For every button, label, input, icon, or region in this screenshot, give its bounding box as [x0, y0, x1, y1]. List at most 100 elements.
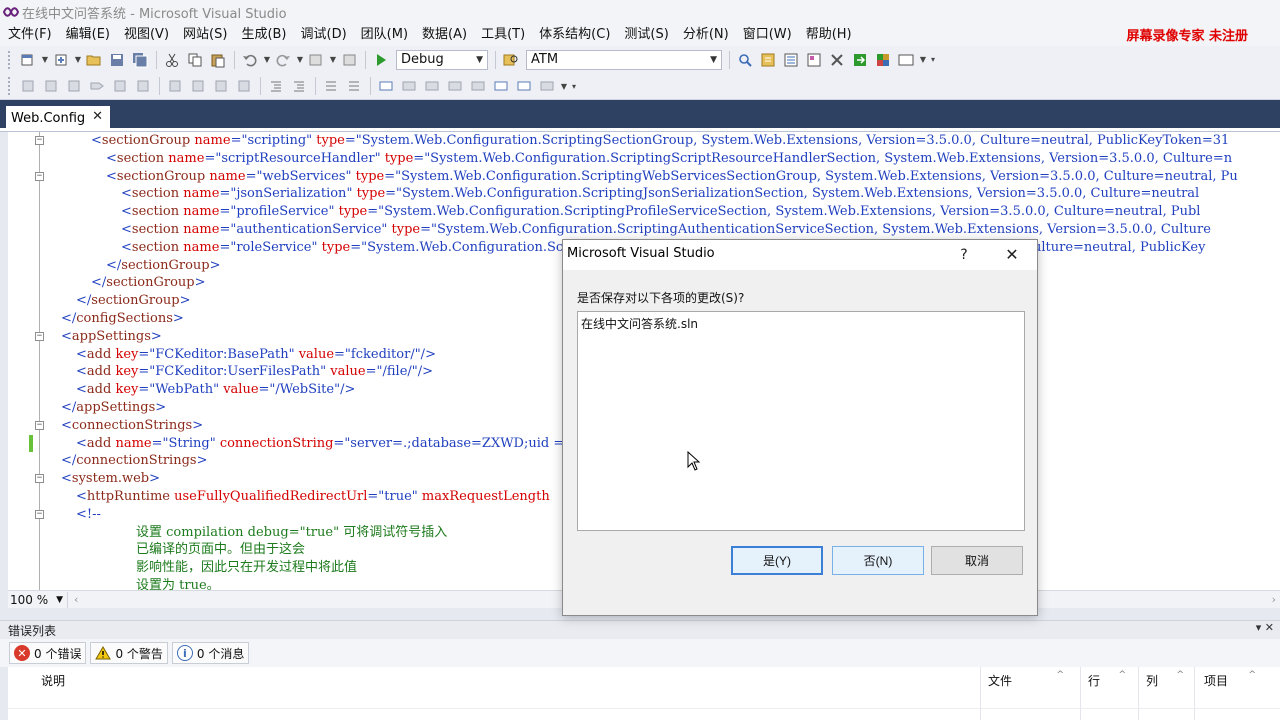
format-icon[interactable] [63, 76, 85, 96]
collapse-icon[interactable]: − [35, 331, 44, 341]
object-browser-icon[interactable] [803, 50, 825, 70]
scroll-right-icon[interactable]: › [1272, 593, 1276, 606]
menu-item[interactable]: 体系结构(C) [532, 24, 617, 46]
code-line[interactable]: 已编译的页面中。但由于这会 [136, 541, 305, 559]
code-line[interactable]: <section name="scriptResourceHandler" ty… [106, 150, 1232, 168]
toolbar-grip[interactable] [8, 77, 13, 95]
menu-item[interactable]: 团队(M) [354, 24, 415, 46]
collapse-icon[interactable]: − [35, 171, 44, 181]
copy-icon[interactable] [184, 50, 206, 70]
undo-icon[interactable] [239, 50, 261, 70]
format-icon[interactable] [210, 76, 232, 96]
menu-item[interactable]: 工具(T) [474, 24, 532, 46]
code-line[interactable]: <section name="profileService" type="Sys… [121, 203, 1200, 221]
code-line[interactable]: <!-- [76, 506, 101, 524]
menu-item[interactable]: 文件(F) [0, 24, 59, 46]
column-header-description[interactable]: 说明 [41, 670, 65, 692]
chevron-down-icon[interactable]: ▼ [918, 55, 928, 64]
messages-filter-button[interactable]: i 0 个消息 [171, 642, 250, 664]
close-icon[interactable]: ✕ [92, 109, 103, 124]
toolbar-grip[interactable] [8, 50, 13, 69]
cancel-button[interactable]: 取消 [931, 546, 1023, 575]
chevron-down-icon[interactable]: ▼ [40, 55, 50, 64]
format-icon[interactable] [86, 76, 108, 96]
format-icon[interactable] [187, 76, 209, 96]
code-line[interactable]: </connectionStrings> [61, 452, 207, 470]
column-header-project[interactable]: 项目 ^ [1204, 670, 1256, 692]
code-line[interactable]: </sectionGroup> [91, 274, 206, 292]
code-line[interactable]: 影响性能，因此只在开发过程中将此值 [136, 559, 357, 577]
save-icon[interactable] [106, 50, 128, 70]
new-project-icon[interactable] [17, 50, 39, 70]
menu-item[interactable]: 数据(A) [415, 24, 474, 46]
clear-bookmarks-icon[interactable] [536, 76, 558, 96]
code-line[interactable]: </appSettings> [61, 399, 166, 417]
code-line[interactable]: <add key="FCKeditor:UserFilesPath" value… [76, 363, 433, 381]
collapse-icon[interactable]: − [35, 509, 44, 519]
find-combo[interactable]: ATM ▼ [526, 49, 722, 70]
toolbar-options-icon[interactable]: ▾ [569, 82, 579, 91]
command-window-icon[interactable] [895, 50, 917, 70]
code-line[interactable]: <add key="WebPath" value="/WebSite"/> [76, 381, 355, 399]
column-header-column[interactable]: 列 ^ [1146, 670, 1184, 692]
start-debugging-icon[interactable] [370, 50, 392, 70]
code-line[interactable]: </sectionGroup> [106, 257, 221, 275]
menu-item[interactable]: 帮助(H) [799, 24, 859, 46]
chevron-down-icon[interactable]: ▼ [262, 55, 272, 64]
format-icon[interactable] [233, 76, 255, 96]
yes-button[interactable]: 是(Y) [731, 546, 823, 575]
chevron-down-icon[interactable]: ▼ [295, 55, 305, 64]
format-icon[interactable] [17, 76, 39, 96]
code-line[interactable]: <section name="jsonSerialization" type="… [121, 185, 1199, 203]
navigate-backward-icon[interactable] [305, 50, 327, 70]
menu-item[interactable]: 调试(D) [294, 24, 354, 46]
list-item[interactable]: 在线中文问答系统.sln [581, 315, 698, 332]
find-symbol-icon[interactable] [734, 50, 756, 70]
bookmark-icon[interactable] [444, 76, 466, 96]
code-line[interactable]: <system.web> [61, 470, 160, 488]
close-icon[interactable]: ✕ [1001, 244, 1023, 266]
navigate-forward-icon[interactable] [338, 50, 360, 70]
panel-controls[interactable]: ▾ ✕ [1256, 621, 1274, 634]
code-line[interactable]: <appSettings> [61, 328, 162, 346]
bookmark-icon[interactable] [375, 76, 397, 96]
solution-explorer-icon[interactable] [757, 50, 779, 70]
toolbar-options-icon[interactable]: ▾ [928, 55, 938, 64]
collapse-icon[interactable]: − [35, 136, 44, 145]
code-line[interactable]: </sectionGroup> [76, 292, 191, 310]
format-icon[interactable] [132, 76, 154, 96]
code-line[interactable]: <sectionGroup name="scripting" type="Sys… [91, 132, 1229, 150]
toolbox-icon[interactable] [826, 50, 848, 70]
extension-manager-icon[interactable] [872, 50, 894, 70]
add-item-icon[interactable] [50, 50, 72, 70]
code-line[interactable]: <sectionGroup name="webServices" type="S… [106, 168, 1238, 186]
uncomment-icon[interactable] [343, 76, 365, 96]
warnings-filter-button[interactable]: 0 个警告 [90, 642, 168, 664]
code-line[interactable]: </configSections> [61, 310, 184, 328]
code-line[interactable]: <section name="authenticationService" ty… [121, 221, 1211, 239]
properties-window-icon[interactable] [780, 50, 802, 70]
bookmark-icon[interactable] [421, 76, 443, 96]
start-page-icon[interactable] [849, 50, 871, 70]
code-line[interactable]: 设置为 true。 [136, 577, 220, 590]
comment-icon[interactable] [320, 76, 342, 96]
scroll-left-icon[interactable]: ‹ [74, 593, 78, 606]
code-line[interactable]: <httpRuntime useFullyQualifiedRedirectUr… [76, 488, 550, 506]
chevron-down-icon[interactable]: ▼ [559, 82, 569, 91]
bookmark-icon[interactable] [467, 76, 489, 96]
menu-item[interactable]: 网站(S) [176, 24, 234, 46]
help-button[interactable]: ? [953, 244, 975, 266]
format-icon[interactable] [40, 76, 62, 96]
menu-item[interactable]: 编辑(E) [59, 24, 117, 46]
cut-icon[interactable] [161, 50, 183, 70]
menu-item[interactable]: 测试(S) [617, 24, 675, 46]
code-line[interactable]: 设置 compilation debug="true" 可将调试符号插入 [136, 524, 447, 542]
bookmark-icon[interactable] [398, 76, 420, 96]
next-bookmark-icon[interactable] [513, 76, 535, 96]
tab-web-config[interactable]: Web.Config ✕ [6, 106, 110, 130]
code-line[interactable]: <add key="FCKeditor:BasePath" value="fck… [76, 346, 436, 364]
code-line[interactable]: <add name="String" connectionString="ser… [76, 435, 568, 453]
errors-filter-button[interactable]: ✕ 0 个错误 [9, 642, 87, 664]
solution-configuration-select[interactable]: Debug ▼ [396, 49, 488, 70]
decrease-indent-icon[interactable] [265, 76, 287, 96]
